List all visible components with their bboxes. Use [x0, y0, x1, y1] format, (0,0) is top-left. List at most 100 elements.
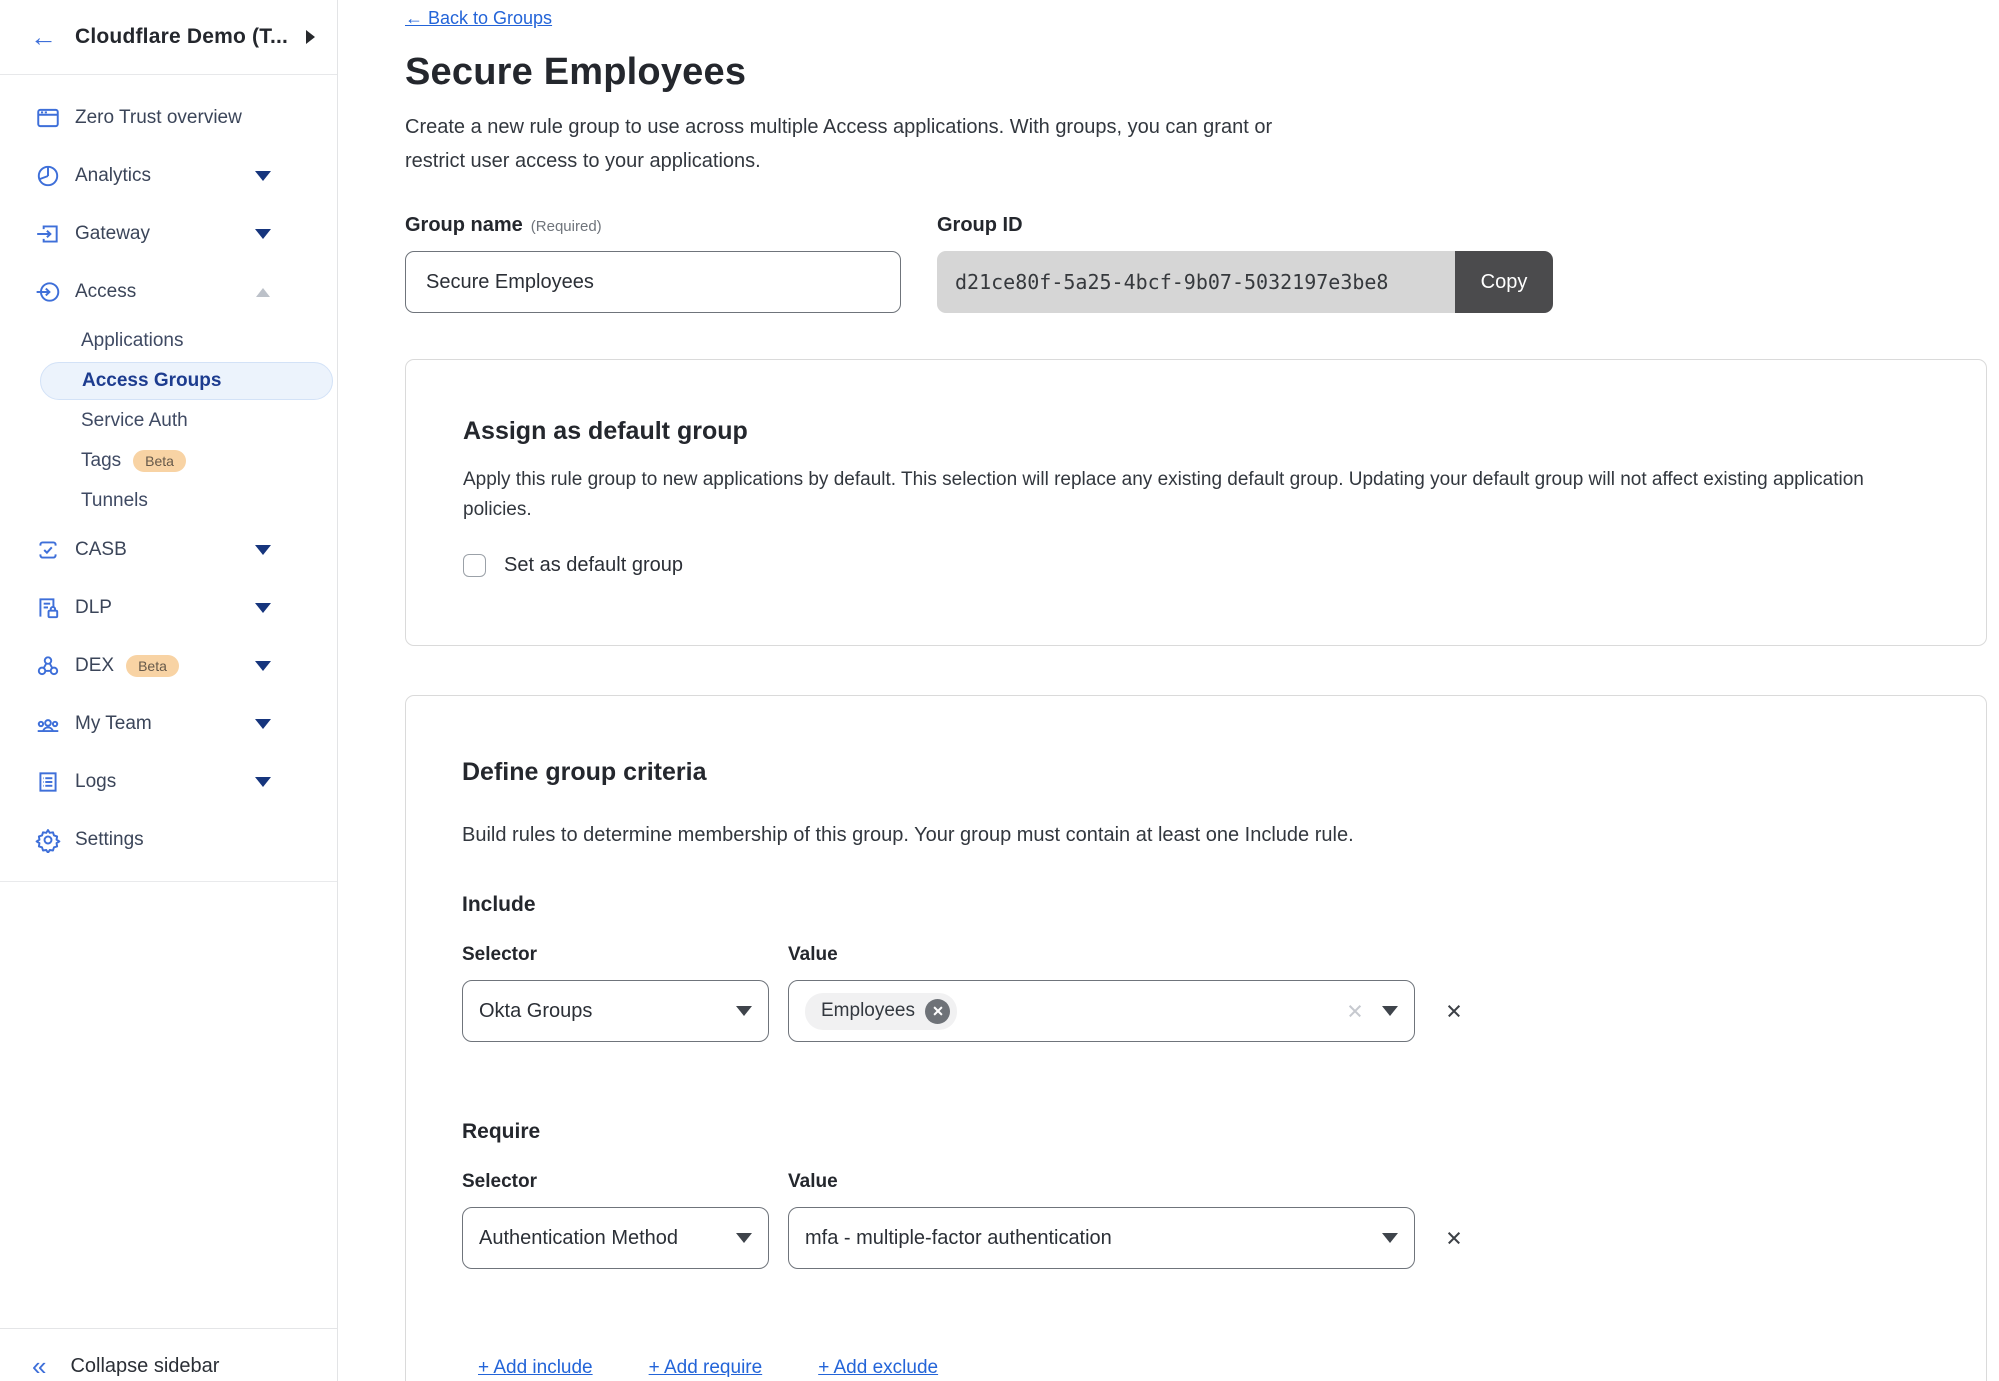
sidebar-item-label: DEX: [75, 655, 114, 677]
card-description: Apply this rule group to new application…: [463, 465, 1871, 525]
required-hint: (Required): [531, 218, 602, 235]
collapse-sidebar-button[interactable]: « Collapse sidebar: [0, 1328, 337, 1381]
sidebar-item-settings[interactable]: Settings: [0, 811, 337, 869]
beta-badge: Beta: [126, 655, 179, 677]
chevron-down-icon[interactable]: [255, 171, 271, 181]
sidebar-item-tags[interactable]: Tags Beta: [40, 442, 333, 480]
sidebar-item-dlp[interactable]: DLP: [0, 579, 337, 637]
casb-icon: [34, 537, 61, 564]
remove-require-rule-icon[interactable]: [1445, 1229, 1463, 1247]
require-rule-row: Authentication Method mfa - multiple-fac…: [462, 1207, 1886, 1269]
chevron-down-icon: [736, 1006, 752, 1016]
define-group-criteria-card: Define group criteria Build rules to det…: [405, 695, 1987, 1381]
sidebar-item-label: Logs: [75, 771, 116, 793]
sidebar-item-label: Access Groups: [82, 370, 221, 392]
sidebar-item-applications[interactable]: Applications: [40, 322, 333, 360]
group-id-field-group: Group ID d21ce80f-5a25-4bcf-9b07-5032197…: [937, 214, 1553, 313]
team-icon: [34, 711, 61, 738]
sidebar-item-logs[interactable]: Logs: [0, 753, 337, 811]
group-id-label: Group ID: [937, 214, 1553, 237]
clear-values-icon[interactable]: [1346, 1002, 1364, 1020]
sidebar-item-access-groups[interactable]: Access Groups: [40, 362, 333, 400]
sidebar-item-tunnels[interactable]: Tunnels: [40, 482, 333, 520]
sidebar-item-gateway[interactable]: Gateway: [0, 205, 337, 263]
sidebar-item-casb[interactable]: CASB: [0, 521, 337, 579]
sidebar-item-label: Service Auth: [81, 410, 188, 432]
sidebar-item-label: Access: [75, 281, 136, 303]
set-default-group-checkbox[interactable]: [463, 554, 486, 577]
nav-divider: [0, 881, 337, 882]
chevron-down-icon[interactable]: [255, 603, 271, 613]
sidebar-item-label: Gateway: [75, 223, 150, 245]
sidebar-header: ← Cloudflare Demo (T...: [0, 0, 337, 75]
sidebar-item-label: Applications: [81, 330, 183, 352]
require-heading: Require: [462, 1120, 1886, 1144]
sidebar-item-label: Analytics: [75, 165, 151, 187]
selector-label: Selector: [462, 944, 788, 966]
sidebar-item-label: DLP: [75, 597, 112, 619]
chevron-up-icon[interactable]: [256, 288, 270, 297]
selected-option: Authentication Method: [479, 1227, 726, 1250]
group-name-input[interactable]: [405, 251, 901, 313]
add-exclude-link[interactable]: + Add exclude: [818, 1357, 938, 1379]
card-description: Build rules to determine membership of t…: [462, 824, 1886, 847]
main-content: ← Back to Groups Secure Employees Create…: [338, 0, 1999, 1381]
back-to-groups-link[interactable]: ← Back to Groups: [405, 8, 552, 29]
sidebar: ← Cloudflare Demo (T... Zero Trust overv…: [0, 0, 338, 1381]
back-arrow-icon[interactable]: ←: [30, 24, 57, 51]
sidebar-item-label: My Team: [75, 713, 152, 735]
sidebar-item-zero-trust-overview[interactable]: Zero Trust overview: [0, 89, 337, 147]
remove-include-rule-icon[interactable]: [1445, 1002, 1463, 1020]
chevron-right-icon[interactable]: [306, 30, 315, 44]
chevron-down-icon[interactable]: [255, 661, 271, 671]
page-description: Create a new rule group to use across mu…: [405, 110, 1315, 178]
include-labels-row: Selector Value: [462, 944, 1886, 966]
chevron-down-icon[interactable]: [255, 719, 271, 729]
card-title: Define group criteria: [462, 758, 1886, 787]
include-selector-dropdown[interactable]: Okta Groups: [462, 980, 769, 1042]
remove-tag-icon[interactable]: [925, 999, 950, 1024]
beta-badge: Beta: [133, 450, 186, 472]
include-value-multiselect[interactable]: Employees: [788, 980, 1415, 1042]
value-tag-label: Employees: [821, 1000, 915, 1022]
selected-option: Okta Groups: [479, 1000, 726, 1023]
add-include-link[interactable]: + Add include: [478, 1357, 593, 1379]
window-icon: [34, 105, 61, 132]
require-value-dropdown[interactable]: mfa - multiple-factor authentication: [788, 1207, 1415, 1269]
gateway-icon: [34, 221, 61, 248]
include-heading: Include: [462, 893, 1886, 917]
group-name-id-row: Group name(Required) Group ID d21ce80f-5…: [405, 214, 1999, 313]
sidebar-item-my-team[interactable]: My Team: [0, 695, 337, 753]
value-tag: Employees: [805, 993, 957, 1030]
chevron-down-icon[interactable]: [255, 229, 271, 239]
selected-option: mfa - multiple-factor authentication: [805, 1227, 1372, 1250]
sidebar-item-dex[interactable]: DEX Beta: [0, 637, 337, 695]
chevron-down-icon: [1382, 1233, 1398, 1243]
sidebar-item-label: Zero Trust overview: [75, 107, 242, 129]
add-require-link[interactable]: + Add require: [649, 1357, 763, 1379]
sidebar-item-access[interactable]: Access: [0, 263, 337, 321]
chevron-down-icon: [1382, 1006, 1398, 1016]
chevron-down-icon: [736, 1233, 752, 1243]
chevron-down-icon[interactable]: [255, 545, 271, 555]
assign-default-group-card: Assign as default group Apply this rule …: [405, 359, 1987, 646]
pie-chart-icon: [34, 163, 61, 190]
value-label: Value: [788, 1171, 838, 1193]
require-labels-row: Selector Value: [462, 1171, 1886, 1193]
page-title: Secure Employees: [405, 51, 1999, 94]
gear-icon: [34, 827, 61, 854]
copy-button[interactable]: Copy: [1455, 251, 1553, 313]
card-title: Assign as default group: [463, 417, 1876, 446]
set-default-group-checkbox-row[interactable]: Set as default group: [463, 554, 1876, 577]
double-chevron-left-icon: «: [32, 1353, 46, 1379]
sidebar-item-service-auth[interactable]: Service Auth: [40, 402, 333, 440]
dex-icon: [34, 653, 61, 680]
require-selector-dropdown[interactable]: Authentication Method: [462, 1207, 769, 1269]
chevron-down-icon[interactable]: [255, 777, 271, 787]
group-name-field-group: Group name(Required): [405, 214, 901, 313]
sidebar-item-analytics[interactable]: Analytics: [0, 147, 337, 205]
include-rule-row: Okta Groups Employees: [462, 980, 1886, 1042]
sidebar-item-label: Tags: [81, 450, 121, 472]
access-icon: [34, 279, 61, 306]
sidebar-item-label: Settings: [75, 829, 144, 851]
